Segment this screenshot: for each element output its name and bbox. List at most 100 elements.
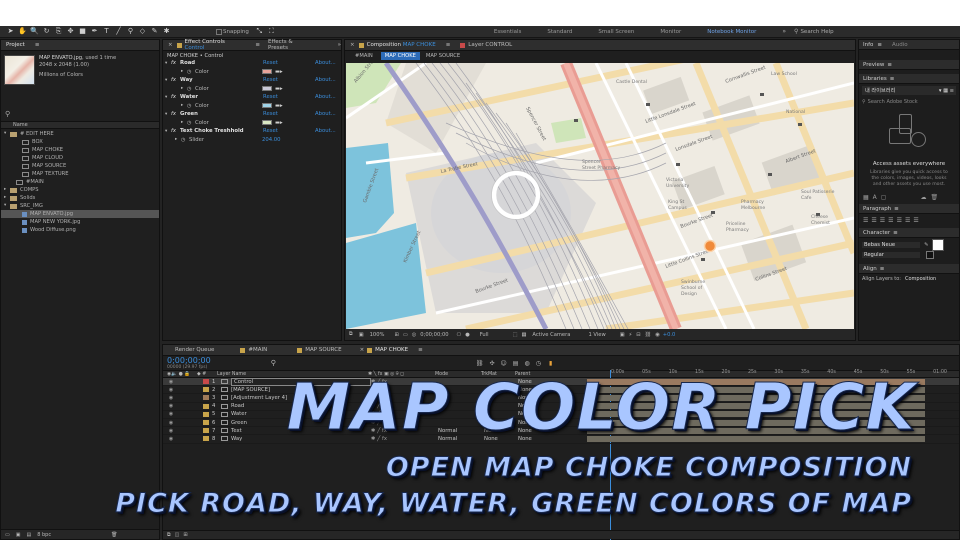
toggle-in-out-icon[interactable]: ⊞: [183, 532, 187, 538]
project-item[interactable]: ▸ Solids: [1, 194, 159, 202]
panel-menu-icon[interactable]: ≡: [35, 42, 40, 48]
align-header[interactable]: Align ≡: [859, 264, 959, 274]
project-item[interactable]: MAP CHOKE: [1, 146, 159, 154]
new-folder-icon[interactable]: ▣: [16, 532, 21, 538]
timeline-icon[interactable]: ⊟: [636, 332, 640, 338]
tab-audio[interactable]: Audio: [892, 42, 908, 48]
brush-tool-icon[interactable]: ╱: [114, 27, 123, 36]
project-item[interactable]: MAP SOURCE: [1, 162, 159, 170]
align-left-icon[interactable]: ☰: [863, 217, 868, 224]
effect-header[interactable]: ▾ fx Road Reset About...: [165, 59, 341, 68]
libraries-header[interactable]: Libraries ≡: [859, 74, 959, 84]
about-button[interactable]: About...: [315, 111, 336, 117]
stopwatch-icon[interactable]: ◷: [187, 86, 195, 92]
rectangle-tool-icon[interactable]: ■: [78, 27, 87, 36]
justify-center-icon[interactable]: ☰: [897, 217, 902, 224]
tab-effects-presets[interactable]: Effects & Presets: [268, 39, 314, 51]
workspace-essentials[interactable]: Essentials: [494, 29, 522, 35]
reset-button[interactable]: Reset: [263, 111, 315, 117]
hide-shy-icon[interactable]: ☺: [501, 360, 507, 367]
pan-behind-tool-icon[interactable]: ✥: [66, 27, 75, 36]
justify-all-icon[interactable]: ☰: [913, 217, 918, 224]
color-swatch[interactable]: [262, 69, 272, 75]
color-swatch[interactable]: [262, 103, 272, 109]
close-icon[interactable]: ×: [350, 42, 355, 48]
effect-header[interactable]: ▾ fx Water Reset About...: [165, 93, 341, 102]
preview-header[interactable]: Preview ≡: [859, 60, 959, 70]
rotate-tool-icon[interactable]: ↻: [42, 27, 51, 36]
panel-menu-icon[interactable]: ≡: [877, 42, 882, 48]
library-selector[interactable]: 내 라이브러리 ▾ ▦ ≡: [862, 86, 956, 95]
project-item[interactable]: ▸ COMPS: [1, 186, 159, 194]
breadcrumb-map-source[interactable]: MAP SOURCE: [426, 53, 460, 59]
align-right-icon[interactable]: ☰: [880, 217, 885, 224]
effect-header[interactable]: ▾ fx Green Reset About...: [165, 110, 341, 119]
show-channel-icon[interactable]: ●: [465, 332, 470, 338]
tab-composition[interactable]: Composition MAP CHOKE: [367, 42, 436, 48]
paragraph-header[interactable]: Paragraph ≡: [859, 204, 959, 214]
color-swatch[interactable]: [262, 86, 272, 92]
camera-tool-icon[interactable]: ⎘: [54, 27, 63, 36]
current-time[interactable]: 0;00;00;00: [420, 332, 448, 338]
close-icon[interactable]: ×: [168, 42, 173, 48]
trash-icon[interactable]: 🗑: [930, 194, 938, 201]
project-item[interactable]: Wood Diffuse.png: [1, 226, 159, 234]
workspace-notebook-monitor[interactable]: Notebook Monitor: [707, 29, 756, 35]
align-center-icon[interactable]: ☰: [871, 217, 876, 224]
eraser-tool-icon[interactable]: ◇: [138, 27, 147, 36]
views-dropdown[interactable]: 1 View: [588, 332, 605, 338]
project-item[interactable]: ▾ SRC_IMG: [1, 202, 159, 210]
puppet-tool-icon[interactable]: ✱: [162, 27, 171, 36]
search-help-icon[interactable]: ⚲: [794, 28, 798, 35]
project-item[interactable]: MAP CLOUD: [1, 154, 159, 162]
disclosure-triangle-icon[interactable]: ▾: [4, 130, 9, 138]
exposure-value[interactable]: +0.0: [663, 332, 676, 338]
workspace-small-screen[interactable]: Small Screen: [598, 29, 634, 35]
snap-edges-icon[interactable]: ⛶: [267, 27, 276, 36]
project-item[interactable]: BOX: [1, 138, 159, 146]
project-item[interactable]: ▾ # EDIT HERE: [1, 130, 159, 138]
safe-zones-icon[interactable]: ▭: [403, 332, 408, 338]
bpc-button[interactable]: 8 bpc: [37, 532, 51, 538]
interpret-footage-icon[interactable]: ▭: [5, 532, 10, 538]
transparency-grid-icon[interactable]: ▦: [521, 332, 526, 338]
panel-menu-icon[interactable]: ≡: [446, 42, 451, 48]
zoom-tool-icon[interactable]: 🔍: [30, 27, 39, 36]
breadcrumb-map-choke[interactable]: MAP CHOKE: [380, 52, 420, 60]
fill-color-swatch[interactable]: [932, 239, 945, 251]
disclosure-triangle-icon[interactable]: ▸: [4, 186, 9, 194]
project-item[interactable]: MAP ENVATO.jpg: [1, 210, 159, 218]
draft-3d-icon[interactable]: ✣: [489, 360, 494, 367]
snapshot-icon[interactable]: ◎: [412, 332, 417, 338]
trash-icon[interactable]: 🗑: [111, 532, 117, 538]
eyedropper-icon[interactable]: ▬▸: [275, 69, 283, 75]
slider-value[interactable]: 204.00: [262, 137, 281, 143]
graph-editor-icon[interactable]: ◷: [536, 360, 541, 367]
justify-right-icon[interactable]: ☰: [905, 217, 910, 224]
type-tool-icon[interactable]: T: [102, 27, 111, 36]
breadcrumb-main[interactable]: #MAIN: [355, 53, 373, 59]
flowchart-icon[interactable]: ⛓: [645, 332, 652, 338]
layer-search-input[interactable]: [276, 360, 476, 366]
stopwatch-icon[interactable]: ◷: [187, 69, 195, 75]
column-name[interactable]: Name: [13, 122, 28, 128]
fx-toggle-icon[interactable]: fx: [171, 111, 180, 117]
project-item[interactable]: MAP TEXTURE: [1, 170, 159, 178]
clone-stamp-tool-icon[interactable]: ⚲: [126, 27, 135, 36]
library-search[interactable]: ⚲ Search Adobe Stock: [862, 97, 956, 106]
selection-tool-icon[interactable]: ➤: [6, 27, 15, 36]
stopwatch-icon[interactable]: ◷: [187, 103, 195, 109]
about-button[interactable]: About...: [315, 60, 336, 66]
toggle-switches-icon[interactable]: ⧉: [167, 532, 171, 538]
stroke-color-swatch[interactable]: [926, 251, 934, 259]
eyedropper-icon[interactable]: ✎: [924, 242, 928, 248]
grid-icon[interactable]: ⊞: [394, 332, 398, 338]
panel-menu-icon[interactable]: ≡: [418, 347, 423, 353]
zoom-dropdown[interactable]: 100%: [370, 332, 385, 338]
color-swatch[interactable]: [262, 120, 272, 126]
workspace-overflow-icon[interactable]: »: [782, 28, 786, 35]
comp-viewer[interactable]: Albion Street La Trobe Street Spencer St…: [346, 63, 854, 329]
search-input[interactable]: [10, 112, 150, 118]
stopwatch-icon[interactable]: ◷: [181, 137, 189, 143]
panel-menu-icon[interactable]: ≡: [255, 42, 260, 48]
